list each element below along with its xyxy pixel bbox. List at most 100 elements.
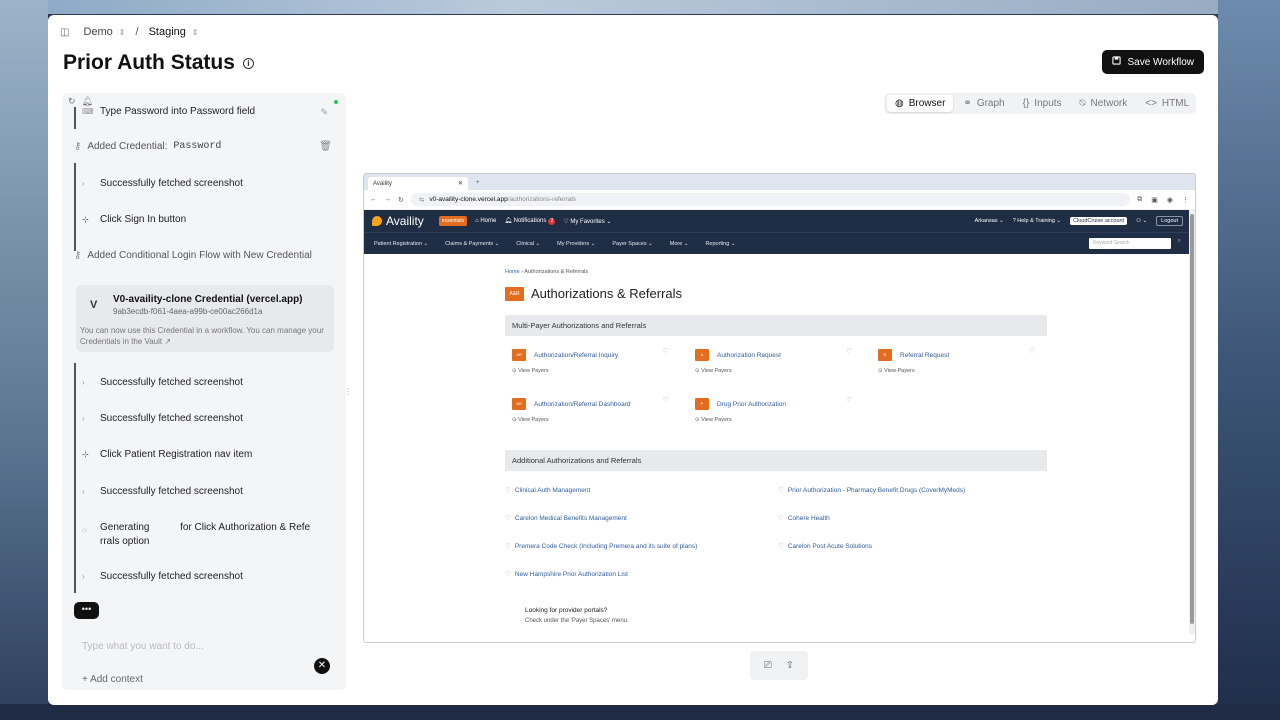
nav-claims-payments[interactable]: Claims & Payments ⌄ bbox=[445, 241, 499, 247]
link-cohere[interactable]: ♡ Cohere Health bbox=[778, 514, 830, 522]
tile-referral-request[interactable]: R Referral Request ⊙ View Payers ♡ bbox=[871, 343, 1041, 379]
site-logo[interactable]: Availity bbox=[372, 214, 424, 228]
tile-drug-prior-auth[interactable]: P Drug Prior Authorization ⊙ View Payers… bbox=[688, 392, 858, 428]
link-new-hampshire[interactable]: ♡ New Hampshire Prior Authorization List bbox=[505, 570, 628, 578]
step-item[interactable]: › Successfully fetched screenshot bbox=[82, 413, 243, 424]
back-icon[interactable]: ← bbox=[370, 196, 377, 203]
link-clinical-auth[interactable]: ♡ Clinical Auth Management bbox=[505, 486, 590, 494]
new-tab-icon[interactable]: + bbox=[476, 177, 480, 190]
state-selector[interactable]: Arkansas ⌄ bbox=[975, 218, 1004, 224]
view-payers-link[interactable]: ⊙ View Payers bbox=[695, 368, 732, 374]
breadcrumb-environment[interactable]: Staging bbox=[149, 26, 186, 38]
tile-auth-referral-dashboard[interactable]: AR Authorization/Referral Dashboard ⊙ Vi… bbox=[505, 392, 675, 428]
nav-payer-spaces[interactable]: Payer Spaces ⌄ bbox=[612, 241, 652, 247]
breadcrumb-project[interactable]: Demo bbox=[83, 26, 112, 38]
link-carelon-mbm[interactable]: ♡ Carelon Medical Benefits Management bbox=[505, 514, 627, 522]
step-item[interactable]: ⌨ Type Password into Password field bbox=[82, 106, 255, 117]
tile-label[interactable]: Authorization/Referral Inquiry bbox=[534, 352, 618, 359]
chevron-updown-icon[interactable]: ⇕ bbox=[192, 28, 199, 37]
chat-input[interactable]: Type what you want to do... bbox=[82, 641, 204, 652]
heart-icon[interactable]: ♡ bbox=[505, 543, 511, 550]
scrollbar-thumb[interactable] bbox=[1190, 214, 1194, 624]
nav-my-providers[interactable]: My Providers ⌄ bbox=[557, 241, 595, 247]
sidepanel-icon[interactable]: ▣ bbox=[1151, 196, 1158, 204]
share-icon[interactable]: ⇪ bbox=[786, 660, 794, 671]
nav-favorites[interactable]: ♡ My Favorites ⌄ bbox=[563, 218, 611, 225]
profile-icon[interactable]: ◉ bbox=[1167, 196, 1173, 204]
tile-auth-request[interactable]: A Authorization Request ⊙ View Payers ♡ bbox=[688, 343, 858, 379]
heart-icon[interactable]: ♡ bbox=[505, 515, 511, 522]
tile-auth-referral-inquiry[interactable]: AR Authorization/Referral Inquiry ⊙ View… bbox=[505, 343, 675, 379]
refresh-icon[interactable]: ↻ bbox=[68, 96, 76, 107]
view-payers-link[interactable]: ⊙ View Payers bbox=[512, 368, 549, 374]
nav-clinical[interactable]: Clinical ⌄ bbox=[516, 241, 540, 247]
step-item[interactable]: ⊹ Click Sign In button bbox=[82, 214, 186, 225]
edit-icon[interactable]: ✎ bbox=[320, 107, 328, 118]
forward-icon[interactable]: → bbox=[384, 196, 391, 203]
info-icon[interactable]: i bbox=[242, 57, 254, 69]
view-payers-link[interactable]: ⊙ View Payers bbox=[695, 417, 732, 423]
favorite-heart-icon[interactable]: ♡ bbox=[846, 396, 852, 404]
step-item[interactable]: ⊹ Click Patient Registration nav item bbox=[82, 449, 252, 460]
logout-button[interactable]: Logout bbox=[1156, 216, 1183, 226]
menu-icon[interactable]: ⋮ bbox=[1182, 196, 1189, 204]
nav-reporting[interactable]: Reporting ⌄ bbox=[705, 241, 735, 247]
add-context-button[interactable]: + Add context bbox=[82, 674, 143, 685]
step-item[interactable]: › Successfully fetched screenshot bbox=[82, 377, 243, 388]
credential-card[interactable]: V V0-availity-clone Credential (vercel.a… bbox=[76, 285, 334, 352]
favorite-heart-icon[interactable]: ♡ bbox=[663, 396, 669, 404]
nav-notifications[interactable]: 🔔︎ Notifications 2 bbox=[504, 217, 556, 225]
tile-icon: AR bbox=[512, 349, 526, 361]
save-workflow-button[interactable]: Save Workflow bbox=[1102, 50, 1204, 74]
tab-graph[interactable]: ⚭ Graph bbox=[955, 95, 1012, 112]
heart-icon[interactable]: ♡ bbox=[505, 571, 511, 578]
tile-label[interactable]: Drug Prior Authorization bbox=[717, 401, 786, 408]
favorite-heart-icon[interactable]: ♡ bbox=[1029, 347, 1035, 355]
reload-icon[interactable]: ↻ bbox=[398, 196, 404, 204]
resize-handle[interactable]: ⋮ bbox=[344, 387, 352, 396]
account-button[interactable]: CloudCruise account bbox=[1070, 217, 1128, 225]
sidebar-toggle-icon[interactable]: ◫ bbox=[60, 27, 69, 38]
view-payers-link[interactable]: ⊙ View Payers bbox=[878, 368, 915, 374]
tile-label[interactable]: Authorization/Referral Dashboard bbox=[534, 401, 630, 408]
search-icon[interactable]: ⌕ bbox=[1178, 238, 1181, 245]
extension-icon[interactable]: ⧉ bbox=[1137, 196, 1142, 204]
keyword-search-input[interactable]: Keyword Search bbox=[1089, 238, 1171, 249]
help-training-link[interactable]: ? Help & Training ⌄ bbox=[1013, 218, 1061, 224]
tab-inputs[interactable]: {} Inputs bbox=[1015, 95, 1070, 112]
trash-icon[interactable]: 🗑︎ bbox=[319, 141, 332, 152]
browser-preview[interactable]: Availity ✕ + ← → ↻ ⇆ v0-availity-clone.v… bbox=[363, 173, 1196, 643]
nav-home[interactable]: ⌂ Home bbox=[475, 218, 496, 224]
view-payers-link[interactable]: ⊙ View Payers bbox=[512, 417, 549, 423]
user-icon[interactable]: ⚇ ⌄ bbox=[1136, 218, 1147, 224]
breadcrumb-home[interactable]: Home bbox=[505, 269, 520, 275]
nav-patient-registration[interactable]: Patient Registration ⌄ bbox=[374, 241, 428, 247]
heart-icon[interactable]: ♡ bbox=[778, 515, 784, 522]
stop-button[interactable]: ✕ bbox=[314, 658, 330, 674]
heart-icon[interactable]: ♡ bbox=[505, 487, 511, 494]
external-link-icon[interactable]: ↗ bbox=[164, 337, 171, 346]
tile-label[interactable]: Referral Request bbox=[900, 352, 949, 359]
favorite-heart-icon[interactable]: ♡ bbox=[663, 347, 669, 355]
link-premera[interactable]: ♡ Premera Code Check (Including Premera a… bbox=[505, 542, 697, 550]
link-covermymeds[interactable]: ♡ Prior Authorization - Pharmacy Benefit … bbox=[778, 486, 965, 494]
tab-html[interactable]: <> HTML bbox=[1137, 95, 1197, 112]
step-item[interactable]: › Successfully fetched screenshot bbox=[82, 178, 243, 189]
heart-icon[interactable]: ♡ bbox=[778, 487, 784, 494]
nav-more[interactable]: More ⌄ bbox=[670, 241, 689, 247]
step-item[interactable]: › Successfully fetched screenshot bbox=[82, 486, 243, 497]
tile-label[interactable]: Authorization Request bbox=[717, 352, 781, 359]
close-icon[interactable]: ✕ bbox=[458, 180, 463, 187]
step-item[interactable]: › Successfully fetched screenshot bbox=[82, 571, 243, 582]
url-field[interactable]: ⇆ v0-availity-clone.vercel.app/authoriza… bbox=[410, 193, 1131, 206]
link-carelon-post-acute[interactable]: ♡ Carelon Post Acute Solutions bbox=[778, 542, 872, 550]
screen-icon[interactable]: ⎚ bbox=[764, 660, 772, 671]
tab-network[interactable]: ⍉ Network bbox=[1072, 95, 1136, 112]
browser-tab[interactable]: Availity ✕ bbox=[368, 177, 468, 190]
heart-icon[interactable]: ♡ bbox=[778, 543, 784, 550]
chevron-updown-icon[interactable]: ⇕ bbox=[119, 28, 126, 37]
tab-browser[interactable]: ◍ Browser bbox=[887, 95, 954, 112]
workflow-steps-panel[interactable]: ↻ 🔔︎ ⌨ Type Password into Password field… bbox=[62, 93, 346, 690]
step-item-generating[interactable]: ◌ Generating for Click Authorization & R… bbox=[82, 521, 325, 549]
favorite-heart-icon[interactable]: ♡ bbox=[846, 347, 852, 355]
